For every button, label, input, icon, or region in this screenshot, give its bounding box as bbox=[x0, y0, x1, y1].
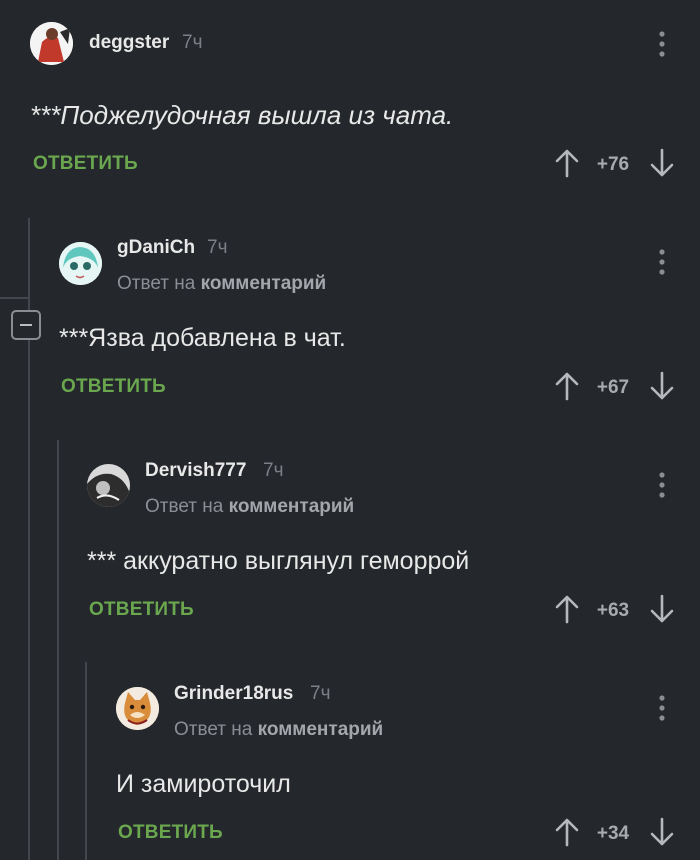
username[interactable]: deggster bbox=[89, 32, 169, 54]
comment-text: *** аккуратно выглянул геморрой bbox=[87, 547, 470, 575]
upvote-arrow-icon[interactable] bbox=[554, 148, 580, 178]
reply-to-link[interactable]: комментарий bbox=[229, 496, 355, 517]
downvote-arrow-icon[interactable] bbox=[649, 594, 675, 624]
reply-to-label: Ответ на комментарий bbox=[117, 273, 326, 295]
avatar[interactable] bbox=[87, 464, 130, 507]
reply-to-prefix: Ответ на bbox=[174, 719, 253, 740]
upvote-arrow-icon[interactable] bbox=[554, 817, 580, 847]
reply-button[interactable]: ОТВЕТИТЬ bbox=[118, 822, 223, 844]
rating: +76 bbox=[596, 154, 630, 175]
reply-to-label: Ответ на комментарий bbox=[145, 496, 354, 518]
rating: +63 bbox=[596, 600, 630, 621]
more-options-icon[interactable] bbox=[656, 471, 668, 499]
timestamp: 7ч bbox=[207, 237, 228, 258]
avatar[interactable] bbox=[116, 687, 159, 730]
comment-text: ***Поджелудочная вышла из чата. bbox=[30, 100, 454, 130]
username[interactable]: gDaniCh bbox=[117, 237, 195, 259]
comment-text: ***Язва добавлена в чат. bbox=[59, 324, 346, 352]
thread-line-level-3 bbox=[85, 662, 87, 860]
downvote-arrow-icon[interactable] bbox=[649, 817, 675, 847]
upvote-arrow-icon[interactable] bbox=[554, 371, 580, 401]
rating: +34 bbox=[596, 823, 630, 844]
upvote-arrow-icon[interactable] bbox=[554, 594, 580, 624]
username[interactable]: Dervish777 bbox=[145, 460, 246, 482]
reply-to-label: Ответ на комментарий bbox=[174, 719, 383, 741]
more-options-icon[interactable] bbox=[656, 248, 668, 276]
more-options-icon[interactable] bbox=[656, 30, 668, 58]
reply-button[interactable]: ОТВЕТИТЬ bbox=[33, 153, 138, 175]
more-options-icon[interactable] bbox=[656, 694, 668, 722]
downvote-arrow-icon[interactable] bbox=[649, 371, 675, 401]
rating: +67 bbox=[596, 377, 630, 398]
reply-to-link[interactable]: комментарий bbox=[201, 273, 327, 294]
reply-to-link[interactable]: комментарий bbox=[258, 719, 384, 740]
timestamp: 7ч bbox=[263, 460, 284, 481]
thread-line-level-2 bbox=[57, 440, 59, 860]
reply-button[interactable]: ОТВЕТИТЬ bbox=[61, 376, 166, 398]
reply-to-prefix: Ответ на bbox=[145, 496, 224, 517]
collapse-thread-icon[interactable] bbox=[11, 310, 41, 340]
timestamp: 7ч bbox=[310, 683, 331, 704]
reply-to-prefix: Ответ на bbox=[117, 273, 196, 294]
avatar[interactable] bbox=[59, 242, 102, 285]
avatar[interactable] bbox=[30, 22, 73, 65]
reply-button[interactable]: ОТВЕТИТЬ bbox=[89, 599, 194, 621]
username[interactable]: Grinder18rus bbox=[174, 683, 293, 705]
comment-text: И замироточил bbox=[116, 770, 291, 798]
timestamp: 7ч bbox=[182, 32, 203, 53]
downvote-arrow-icon[interactable] bbox=[649, 148, 675, 178]
thread-branch bbox=[0, 297, 28, 299]
